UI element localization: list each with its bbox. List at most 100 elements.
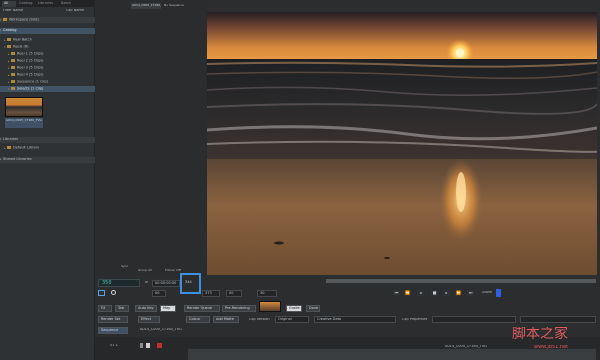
zoom-label: Zoom	[482, 291, 493, 294]
tree-new-batch[interactable]: ▸ New Batch	[0, 37, 95, 43]
field-a[interactable]: 00	[152, 290, 166, 297]
tree-catalog[interactable]: ▾Catalog	[0, 28, 95, 34]
sequence-button[interactable]: Sequence	[98, 327, 128, 334]
watermark-url: www.jb51.net	[534, 345, 569, 350]
sort-dropdown[interactable]: Clip Name	[66, 9, 92, 13]
folder-icon	[11, 87, 15, 90]
tree-reel-1[interactable]: ▸ Reel 1 (5 Clips)	[0, 51, 95, 57]
field-c[interactable]: 00	[226, 290, 242, 297]
settings-icon[interactable]	[111, 290, 116, 295]
stop-icon[interactable]: ■	[431, 290, 438, 296]
step-back-icon[interactable]: ◂	[417, 290, 424, 296]
viewer-clip-tab[interactable]: A014_C005_17160_TVG	[131, 3, 161, 9]
viewer-side-area	[95, 0, 207, 275]
map-button[interactable]: Map	[160, 305, 176, 312]
video-viewer[interactable]	[207, 12, 597, 275]
section-shared-libraries[interactable]: ▸Shared Libraries	[0, 157, 95, 163]
follow-label: Follow: Off	[165, 269, 181, 272]
tree-label: Workspace (Slot)	[9, 17, 39, 22]
track-label: V1 L	[110, 344, 118, 347]
tab-button[interactable]: Tab	[115, 305, 129, 312]
creative-data-field[interactable]: Creative Data	[314, 316, 396, 323]
folder-icon	[7, 38, 11, 41]
render-queue-button[interactable]: Render Queue	[184, 305, 220, 312]
go-to-end-icon[interactable]: ⏭	[467, 290, 474, 296]
go-to-start-icon[interactable]: ⏮	[393, 290, 400, 296]
timeline-clip[interactable]	[188, 349, 596, 360]
eye-icon[interactable]	[146, 343, 150, 348]
tab-batch[interactable]: Batch	[59, 1, 75, 7]
filter-field[interactable]: Filter Name	[3, 9, 43, 13]
fx-button[interactable]: FX	[98, 305, 112, 312]
tab-all[interactable]: All	[2, 1, 16, 7]
tree-default-library[interactable]: ▸ Default Library	[0, 145, 95, 151]
folder-icon	[11, 73, 15, 76]
group-label: Group All	[138, 269, 152, 272]
clip-properties-field[interactable]	[432, 316, 516, 323]
previous-frame-icon[interactable]: ⏪	[404, 290, 411, 296]
play-icon[interactable]: ▸	[443, 290, 450, 296]
tree-reel-3[interactable]: ▸ Reel 3 (5 Clips)	[0, 65, 95, 71]
section-label: Shared Libraries	[3, 157, 32, 161]
tree-reel-4[interactable]: ▸ Reel 4 (5 Clips)	[0, 72, 95, 78]
folder-icon	[3, 18, 7, 21]
highlighted-frame-box[interactable]: 344	[180, 273, 201, 294]
add-matte-button[interactable]: Add Matte	[213, 316, 239, 323]
tree-label: Default Library	[13, 145, 40, 150]
tab-catalog[interactable]: Catalog	[17, 1, 35, 7]
frame-counter[interactable]: 350	[98, 279, 140, 287]
pre-rendering-button[interactable]: Pre-Rendering	[222, 305, 256, 312]
tree-workspace[interactable]: ▾ Workspace (Slot)	[0, 17, 95, 23]
tree-label: Reel 3 (5 Clips)	[17, 65, 44, 70]
auto-key-button[interactable]: Auto Key	[135, 305, 157, 312]
tree-reels[interactable]: ▾ Reels (6)	[0, 44, 95, 50]
browser-tab-bar: All Catalog Libraries Batch	[0, 0, 95, 7]
tree-label: Reel 4 (5 Clips)	[17, 72, 44, 77]
no-sequence-tab[interactable]: No Sequence	[163, 3, 199, 8]
folder-icon	[7, 146, 11, 149]
clip-properties-label: Clip Properties	[402, 318, 428, 321]
lock-icon[interactable]	[140, 343, 143, 348]
watermark-logo-text: 脚本之家	[512, 327, 568, 341]
folder-icon	[11, 52, 15, 55]
folder-icon	[11, 66, 15, 69]
tab-libraries[interactable]: Libraries	[36, 1, 58, 7]
properties-dropdown[interactable]	[520, 316, 596, 323]
folder-icon	[11, 80, 15, 83]
colour-button[interactable]: Colour	[186, 316, 210, 323]
folder-icon	[7, 45, 11, 48]
field-d[interactable]: 30	[257, 290, 277, 297]
effect-button[interactable]: Effect	[138, 316, 160, 323]
sunset-beach-frame	[207, 12, 597, 275]
grade-thumbnail-button[interactable]	[259, 301, 281, 312]
folder-icon	[11, 59, 15, 62]
sync-label: Sync	[121, 265, 129, 268]
render-set-button[interactable]: Render Set	[98, 316, 128, 323]
clip-thumbnail-label: A014_C005_17160_TVG	[5, 118, 43, 128]
tree-label: New Batch	[13, 37, 32, 42]
section-libraries[interactable]: ▾Libraries	[0, 137, 95, 143]
tree-label: Reel 2 (5 Clips)	[17, 58, 44, 63]
record-icon[interactable]	[157, 343, 162, 348]
timeline-scrubber[interactable]	[326, 279, 596, 283]
grade-button[interactable]: Grade	[286, 305, 302, 312]
field-b[interactable]: 373	[202, 290, 220, 297]
zoom-slider-handle[interactable]	[496, 289, 501, 297]
clip-thumbnail[interactable]	[5, 97, 43, 117]
tree-reel-2[interactable]: ▸ Reel 2 (5 Clips)	[0, 58, 95, 64]
tree-label: Reel 1 (5 Clips)	[17, 51, 44, 56]
tree-label: Catalog	[3, 28, 17, 32]
timeline-clip-label: A014_C005_17160_TVG	[445, 345, 487, 348]
tree-label: Selects (1 Clip)	[17, 86, 44, 91]
tree-selects[interactable]: ▾ Selects (1 Clip)	[0, 86, 95, 92]
monitor-icon[interactable]	[98, 290, 105, 296]
tree-label: Sequence (1 Clip)	[17, 79, 49, 84]
timecode-field[interactable]: 00:00:00:00	[152, 280, 180, 287]
tree-sequence[interactable]: ▸ Sequence (1 Clip)	[0, 79, 95, 85]
in-label: In	[145, 281, 149, 284]
next-frame-icon[interactable]: ⏩	[455, 290, 462, 296]
clip-tab[interactable]: A014_C005_17160_TVG	[140, 328, 190, 332]
done-button[interactable]: Done	[306, 305, 320, 312]
version-dropdown[interactable]: Original	[275, 316, 309, 323]
tree-label: Reels (6)	[13, 44, 29, 49]
